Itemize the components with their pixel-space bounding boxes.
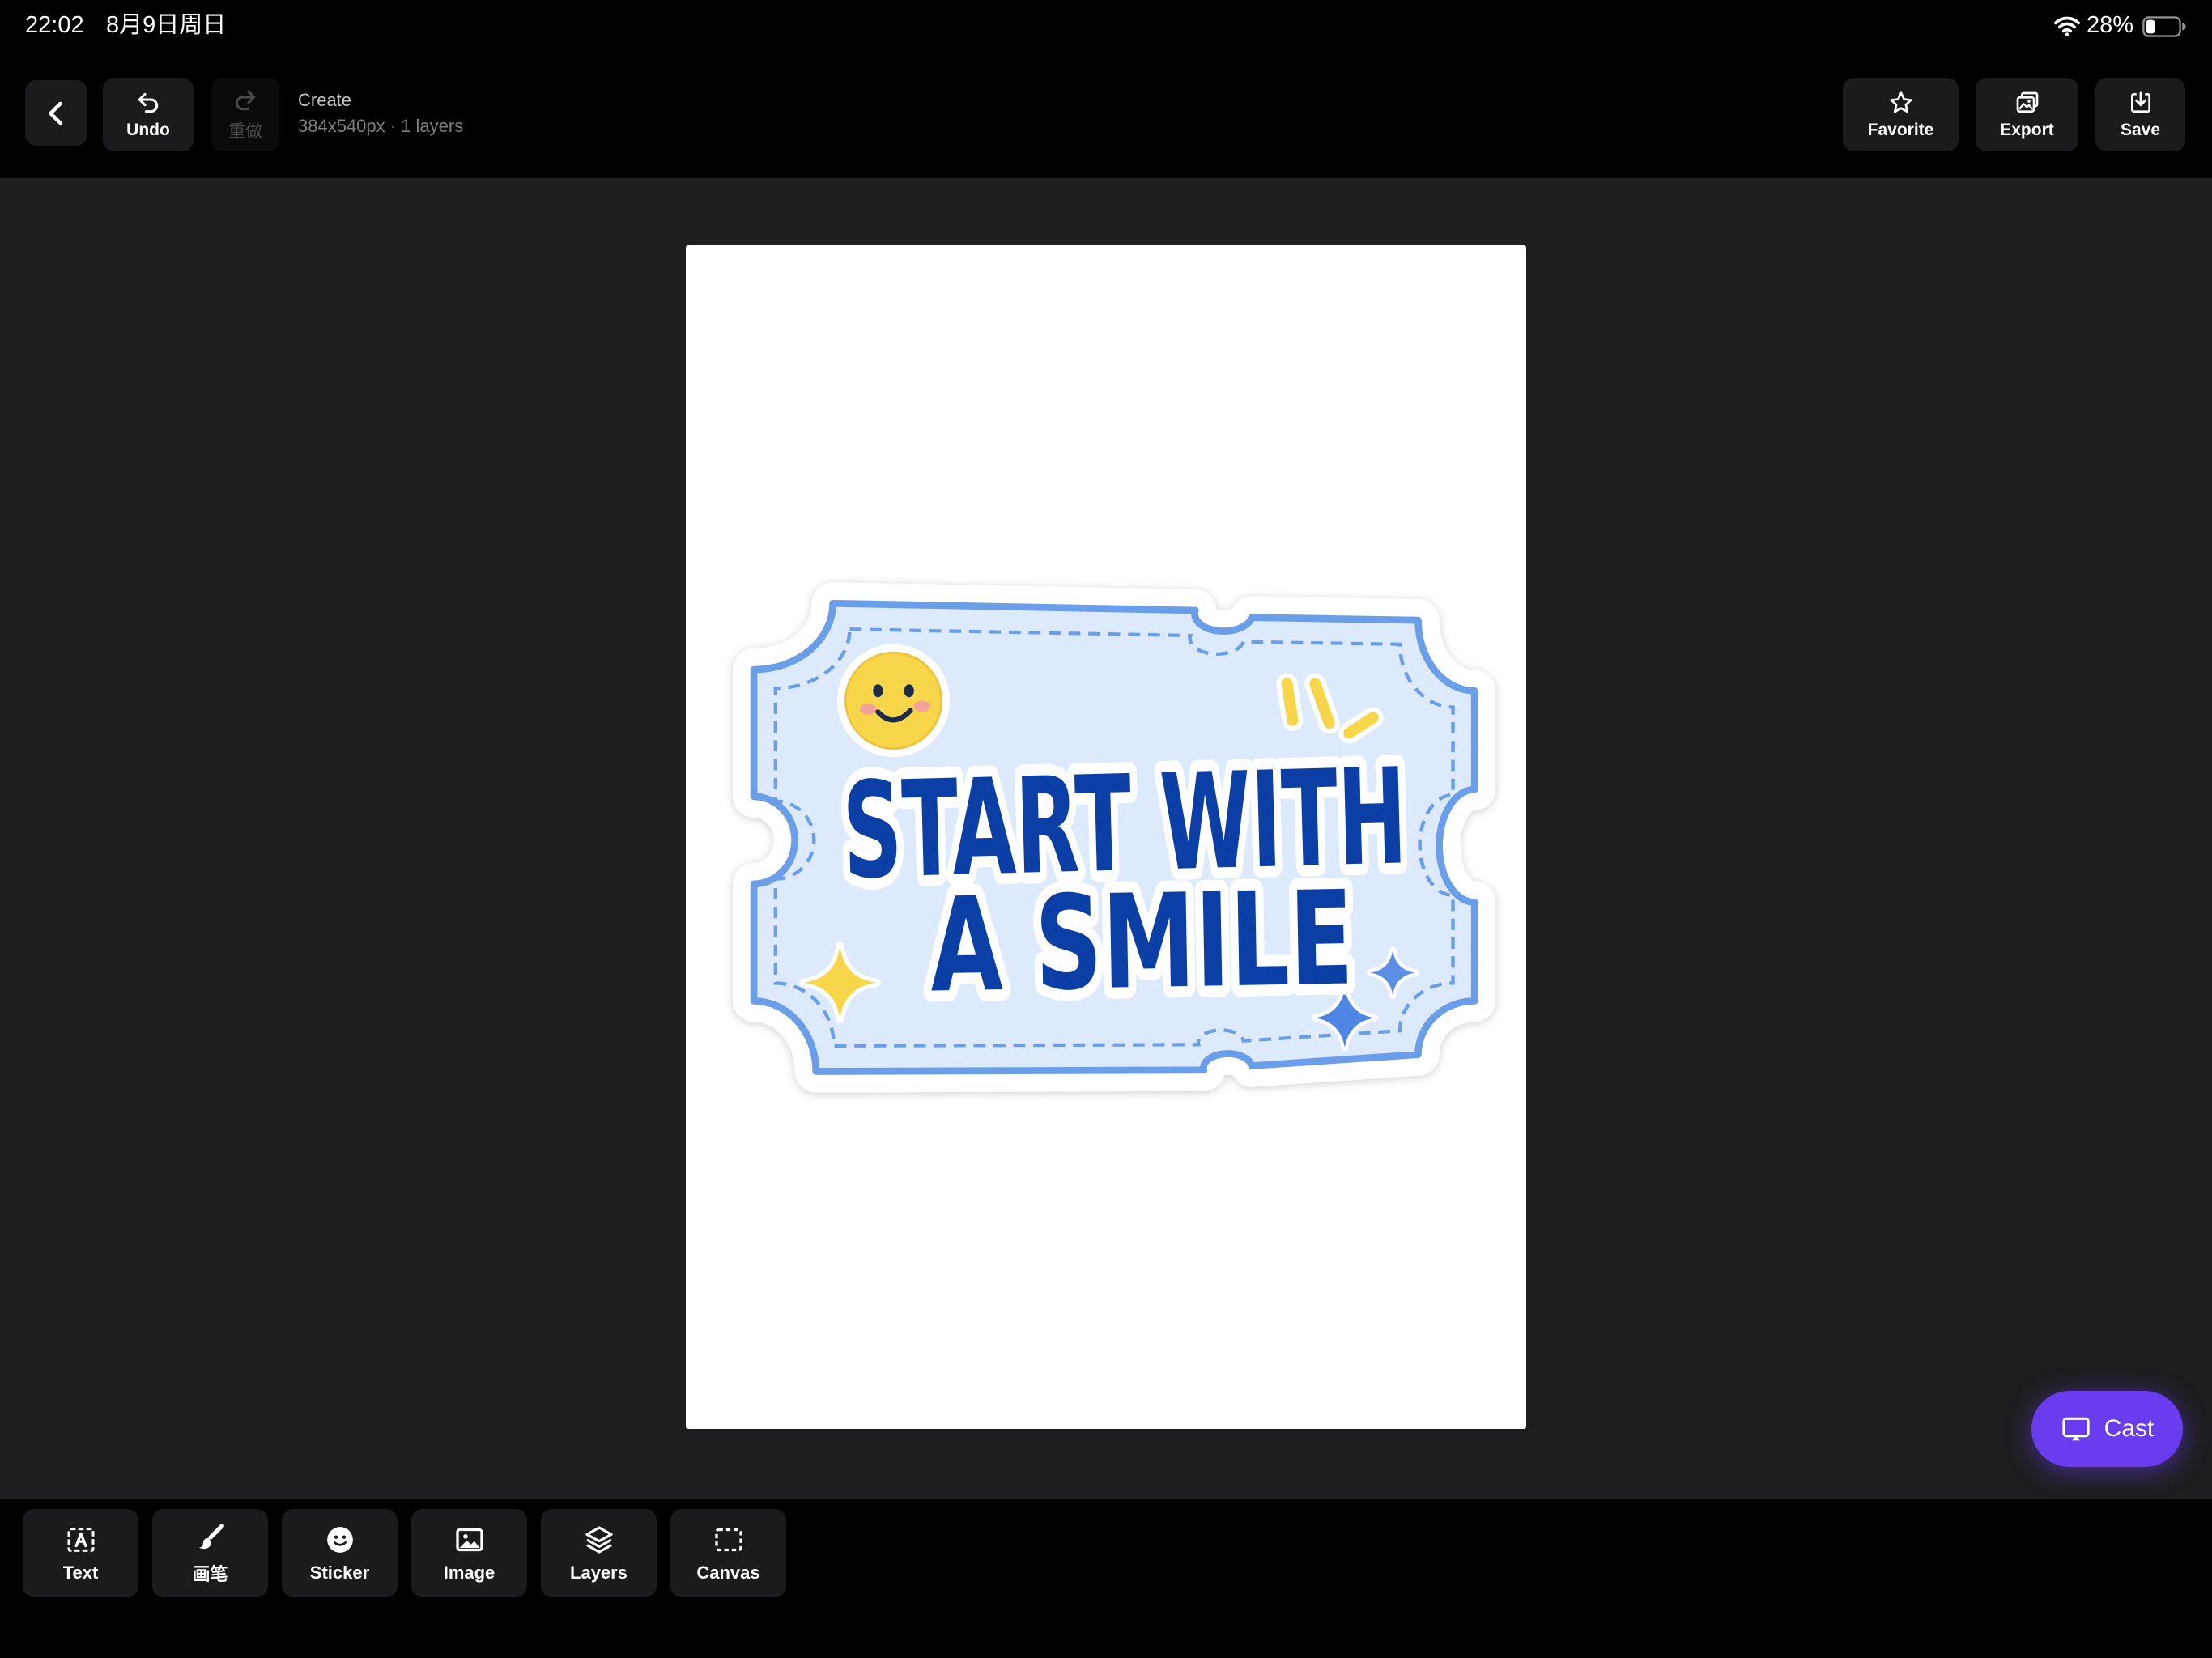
tool-brush-label: 画笔 [192,1563,228,1584]
favorite-button[interactable]: Favorite [1843,78,1959,151]
status-date: 8月9日周日 [106,12,227,38]
layers-icon [585,1525,613,1554]
save-button[interactable]: Save [2095,78,2185,151]
image-icon [455,1528,483,1551]
smiley-icon [326,1526,353,1553]
save-download-icon [2130,91,2150,113]
star-icon [1889,91,1912,113]
redo-icon [235,90,256,110]
document-info: Create 384x540px · 1 layers [298,89,463,138]
workspace: START WITH A SMILE [0,178,2212,1499]
tool-canvas-label: Canvas [696,1562,760,1583]
tool-sticker-label: Sticker [309,1562,370,1583]
document-subtitle: 384x540px · 1 layers [298,116,464,136]
bottom-toolbar: Text 画笔 Sticker Image Layers Canvas [0,1499,2212,1658]
chevron-left-icon [48,101,62,125]
export-button[interactable]: Export [1976,78,2078,151]
sticker-layer[interactable]: START WITH A SMILE [727,571,1503,1103]
redo-label: 重做 [228,121,262,141]
redo-button[interactable]: 重做 [211,78,279,151]
export-images-icon [2016,91,2038,113]
design-canvas[interactable]: START WITH A SMILE [686,245,1526,1429]
status-time: 22:02 [25,12,84,38]
back-button[interactable] [25,80,87,146]
tool-sticker[interactable]: Sticker [282,1509,398,1597]
sticker-text-line2: A SMILE [929,862,1355,1021]
tool-text[interactable]: Text [23,1509,138,1597]
undo-button[interactable]: Undo [103,78,194,151]
dashed-rect-icon [714,1528,742,1551]
export-label: Export [2000,120,2054,139]
save-label: Save [2120,120,2161,139]
tool-canvas[interactable]: Canvas [670,1509,786,1597]
wifi-icon [2053,16,2081,36]
cast-button[interactable]: Cast [2031,1391,2183,1467]
undo-label: Undo [126,120,170,139]
battery-icon [2142,16,2186,37]
text-box-icon [67,1527,94,1552]
tool-layers[interactable]: Layers [541,1509,657,1597]
cast-label: Cast [2104,1415,2155,1442]
tool-layers-label: Layers [570,1562,627,1583]
cast-screen-icon [2062,1417,2090,1441]
tool-image[interactable]: Image [411,1509,527,1597]
battery-percent: 28% [2087,12,2134,38]
brush-icon [198,1523,224,1549]
undo-icon [138,92,159,113]
tool-text-label: Text [62,1562,99,1583]
tool-brush[interactable]: 画笔 [152,1509,268,1597]
smiley-face-icon [836,644,951,758]
tool-image-label: Image [443,1562,496,1583]
document-title: Create [298,90,352,110]
favorite-label: Favorite [1867,120,1934,139]
